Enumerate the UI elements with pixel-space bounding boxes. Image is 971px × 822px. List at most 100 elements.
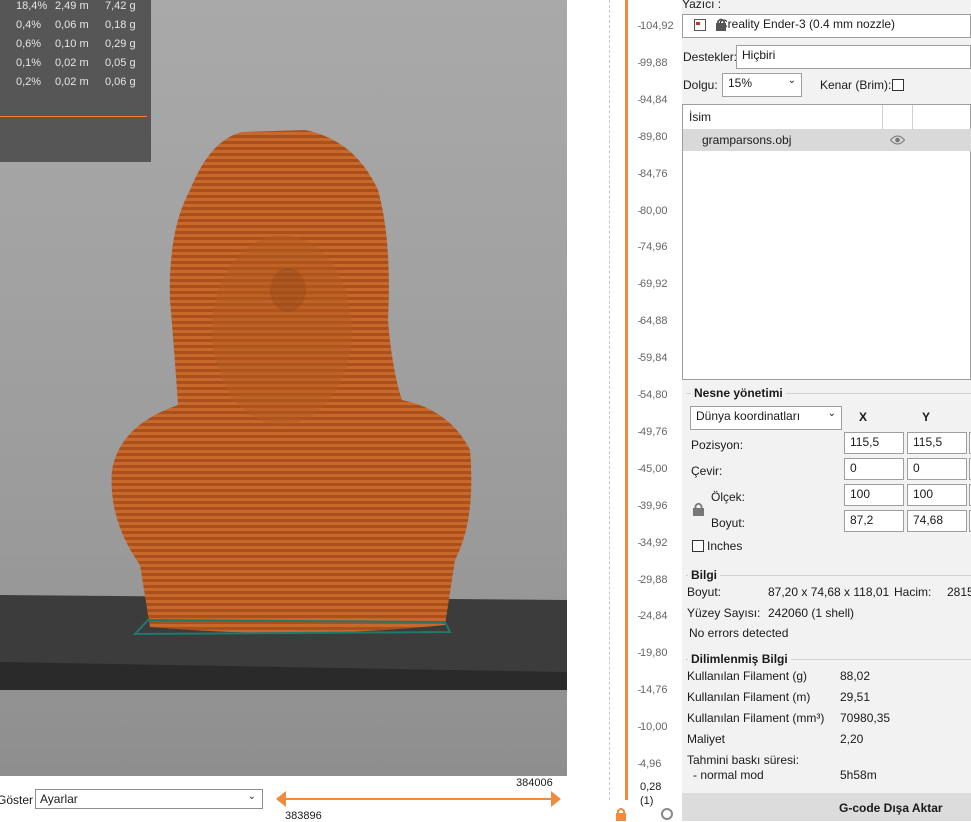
gear-icon[interactable] [661, 808, 673, 820]
size-x-input[interactable]: 87,2 [844, 510, 904, 532]
sliced-info-title: Dilimlenmiş Bilgi [688, 652, 791, 666]
layer-tick-label: 80,00 [640, 204, 668, 217]
filament-mm3-label: Kullanılan Filament (mm³) [687, 711, 825, 725]
filament-g-value: 88,02 [840, 669, 871, 683]
export-gcode-label: G-code Dışa Aktar [839, 801, 943, 815]
layer-tick-label: 39,96 [640, 499, 668, 512]
scale-lock-icon[interactable] [693, 502, 704, 516]
position-x-input[interactable]: 115,5 [844, 432, 904, 454]
layer-tick-label: 64,88 [640, 315, 668, 328]
horizontal-slider-track[interactable] [283, 798, 555, 800]
supports-select[interactable]: Hiçbiri [736, 45, 971, 69]
layer-tick-label: 54,80 [640, 389, 668, 401]
chevron-down-icon: ⌄ [827, 408, 836, 419]
horizontal-slider-left-thumb[interactable] [276, 791, 286, 807]
stats-row: 0,2% 0,02 m 0,06 g [0, 76, 151, 94]
layer-tick-label: 99,88 [640, 56, 668, 69]
coordinate-system-select[interactable]: Dünya koordinatları ⌄ [690, 406, 842, 430]
inches-label: Inches [707, 539, 743, 553]
layer-tick-label: 104,92 [640, 20, 674, 32]
object-list-header-name: İsim [689, 110, 711, 124]
object-name: gramparsons.obj [702, 133, 792, 147]
supports-value: Hiçbiri [742, 48, 776, 62]
layer-tick-label: 24,84 [640, 610, 668, 623]
cost-label: Maliyet [687, 732, 726, 746]
printer-value: Creality Ender-3 (0.4 mm nozzle) [719, 17, 896, 31]
x-column-header: X [859, 410, 868, 424]
inches-checkbox[interactable] [692, 540, 704, 552]
size-y-input[interactable]: 74,68 [907, 510, 967, 532]
horizontal-slider-right-thumb[interactable] [551, 791, 561, 807]
stats-cell: 2,49 m [55, 0, 89, 12]
rotate-x-input[interactable]: 0 [844, 458, 904, 480]
position-label: Pozisyon: [691, 438, 744, 452]
coordinate-system-value: Dünya koordinatları [696, 409, 801, 423]
layer-tick-label: 74,96 [640, 241, 668, 254]
layer-tick-label: 69,92 [640, 278, 668, 291]
scale-y-input[interactable]: 100 [907, 484, 967, 506]
eye-icon[interactable] [890, 135, 905, 145]
lock-icon[interactable] [615, 807, 627, 821]
object-management-title: Nesne yönetimi [691, 386, 786, 400]
stats-cell: 0,06 m [55, 19, 89, 31]
cost-value: 2,20 [840, 732, 864, 746]
layer-tick-label: 94,84 [640, 93, 668, 106]
filament-m-value: 29,51 [840, 690, 871, 704]
layer-tick-label: 14,76 [640, 684, 668, 697]
layer-tick-label: 84,76 [640, 167, 668, 180]
layer-slider-min: 0,28 (1) [640, 780, 661, 808]
layer-tick-label: 4,96 [640, 758, 662, 770]
group-border [686, 575, 971, 576]
printer-lock-icon [716, 18, 726, 31]
stats-cell: 0,2% [16, 76, 42, 88]
info-title: Bilgi [688, 568, 720, 582]
infill-value: 15% [728, 76, 753, 90]
y-column-header: Y [922, 410, 931, 424]
layer-tick-label: 59,84 [640, 352, 668, 365]
layer-slider-track[interactable] [625, 0, 628, 800]
show-select-value: Ayarlar [40, 792, 78, 806]
filament-g-label: Kullanılan Filament (g) [687, 669, 808, 683]
rotate-y-input[interactable]: 0 [907, 458, 967, 480]
scale-label: Ölçek: [711, 490, 746, 504]
layer-tick-label: 34,92 [640, 536, 668, 549]
stats-row: 0,1% 0,02 m 0,05 g [0, 57, 151, 75]
layer-slider-min-value: 0,28 [640, 781, 662, 793]
stats-cell: 0,4% [16, 19, 42, 31]
layer-tick-label: 49,76 [640, 425, 668, 438]
export-gcode-button[interactable]: G-code Dışa Aktar [682, 793, 971, 821]
show-label: Göster [0, 793, 34, 807]
print-time-label: Tahmini baskı süresi: [687, 753, 800, 767]
show-select[interactable]: Ayarlar ⌄ [35, 789, 263, 809]
info-size-label: Boyut: [687, 585, 722, 599]
volume-value: 2815 [947, 585, 971, 599]
layer-tick-label: 19,80 [640, 647, 668, 660]
normal-mode-label: - normal mod [693, 768, 764, 782]
brim-label: Kenar (Brim): [820, 78, 892, 92]
scale-x-input[interactable]: 100 [844, 484, 904, 506]
stats-cell: 7,42 g [105, 0, 136, 12]
layer-slider-guide [609, 0, 611, 800]
stats-cell: 18,4% [16, 0, 48, 12]
brim-checkbox[interactable] [892, 79, 904, 91]
supports-label: Destekler: [683, 50, 738, 64]
volume-label: Hacim: [894, 585, 932, 599]
slicing-stats-overlay: 18,4% 2,49 m 7,42 g 0,4% 0,06 m 0,18 g 0,6% 0,1… [0, 0, 151, 162]
stats-cell: 0,05 g [105, 57, 136, 69]
info-size-value: 87,20 x 74,68 x 118,01 [768, 585, 890, 599]
chevron-down-icon: ⌄ [247, 791, 256, 802]
column-divider [912, 105, 913, 129]
errors-status: No errors detected [689, 626, 789, 640]
horizontal-slider-max-value: 384006 [516, 777, 553, 789]
column-divider [882, 105, 883, 129]
infill-label: Dolgu: [683, 78, 718, 92]
stats-cell: 0,02 m [55, 76, 89, 88]
stats-row: 18,4% 2,49 m 7,42 g [0, 0, 151, 18]
stats-cell: 0,10 m [55, 38, 89, 50]
layer-tick-label: 10,00 [640, 721, 668, 734]
infill-select[interactable]: 15% ⌄ [722, 73, 802, 97]
layer-tick-label: 45,00 [640, 462, 668, 475]
normal-mode-value: 5h58m [840, 768, 877, 782]
position-y-input[interactable]: 115,5 [907, 432, 967, 454]
stats-row: 0,6% 0,10 m 0,29 g [0, 38, 151, 56]
